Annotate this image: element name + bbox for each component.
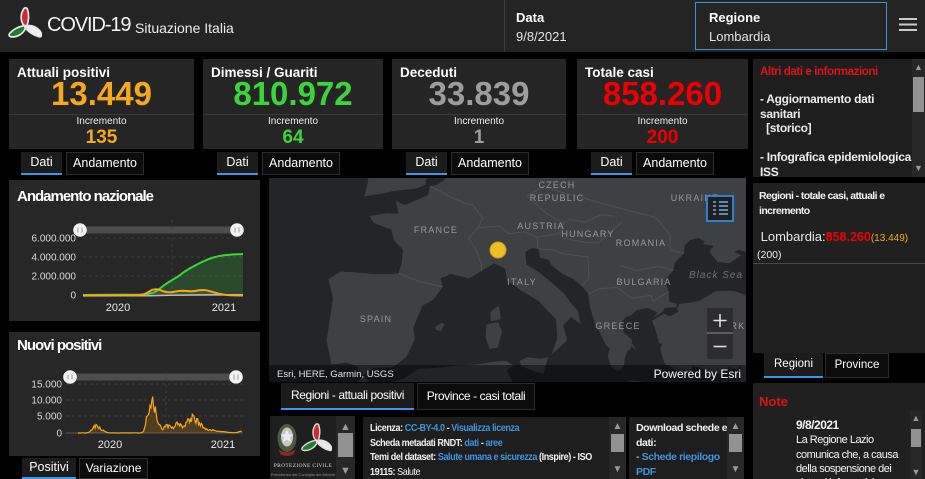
svg-text:2021: 2021 [211,439,235,451]
svg-text:ROMANIA: ROMANIA [616,238,666,248]
svg-text:4.000.000: 4.000.000 [32,253,77,264]
svg-text:BULGARIA: BULGARIA [616,277,671,287]
svg-text:AUSTRIA: AUSTRIA [517,221,564,231]
svg-text:2021: 2021 [212,302,236,314]
svg-text:6.000.000: 6.000.000 [32,234,77,245]
svg-text:REPUBLIC: REPUBLIC [530,193,585,203]
svg-text:ITALY: ITALY [507,277,537,287]
svg-text:0: 0 [70,291,76,302]
svg-text:2020: 2020 [106,302,130,314]
svg-text:2020: 2020 [98,439,122,451]
svg-text:Esri, HERE, Garmin, USGS: Esri, HERE, Garmin, USGS [277,369,394,380]
svg-text:0: 0 [56,429,62,440]
svg-text:10.000: 10.000 [31,396,62,407]
svg-text:5.000: 5.000 [37,412,62,423]
svg-text:15.000: 15.000 [31,380,62,391]
svg-text:Black Sea: Black Sea [689,270,743,281]
svg-text:Powered by Esri: Powered by Esri [654,367,741,381]
svg-text:2.000.000: 2.000.000 [32,272,77,283]
svg-text:GREECE: GREECE [595,321,640,331]
svg-text:CZECH: CZECH [539,180,576,190]
svg-text:HUNGARY: HUNGARY [561,229,614,239]
svg-text:FRANCE: FRANCE [414,225,458,235]
svg-text:SPAIN: SPAIN [360,314,392,324]
